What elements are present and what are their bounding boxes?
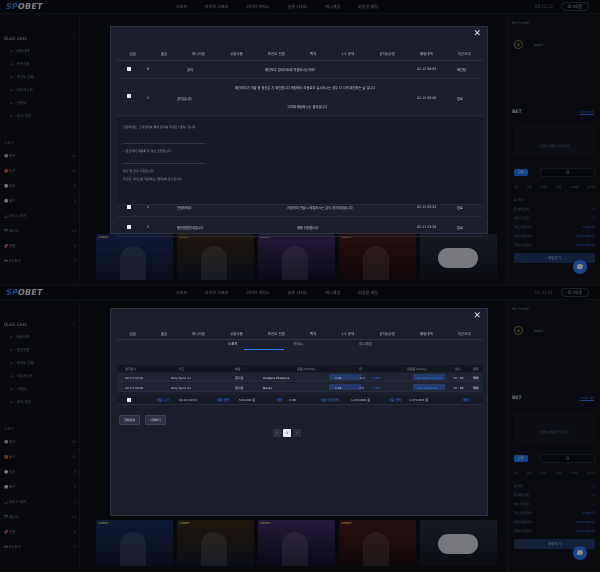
- delete-button[interactable]: 삭제하기: [145, 415, 167, 425]
- message-row[interactable]: 6 공지 레인보우 업데이트에 직접하시는거죠? 02-12 06:52 확인됨: [117, 59, 483, 79]
- tab-inquiry[interactable]: 1:1 문의: [341, 52, 354, 57]
- tab-invite[interactable]: 자신초대: [458, 332, 471, 337]
- prev-page-button[interactable]: ‹: [273, 429, 281, 437]
- message-body: 안녕하세요. 고객센터를 통해 문의를 주세요 (클릭) 합니다. • 환전계좌…: [117, 117, 483, 205]
- message-row[interactable]: 4 안녕하세요 지정하여 연습시 매입하시는 분이 공지되었습니다 02-12 …: [117, 197, 483, 217]
- bet-history-modal: ✕ 입금 출금 머니이동 쿠폰사용 포인트 전환 쪽지 1:1 문의 공지&규정…: [110, 308, 488, 516]
- messages-modal: ✕ 입금 출금 머니이동 쿠폰사용 포인트 전환 쪽지 1:1 문의 공지&규정…: [110, 26, 489, 237]
- tab-notice[interactable]: 공지&규정: [379, 332, 395, 337]
- tab-point[interactable]: 포인트 전환: [268, 332, 285, 337]
- modal-tabs: 입금 출금 머니이동 쿠폰사용 포인트 전환 쪽지 1:1 문의 공지&규정 배…: [111, 52, 489, 57]
- sub-tab-sports[interactable]: 스포츠: [228, 342, 238, 347]
- screenshot-messages: SPOBET 스포츠 라이브 스포츠 라이브 카지노 슬롯 카지노 미니게임 버…: [0, 0, 600, 284]
- table-row[interactable]: 02-13 02:00 Italy Serie A1 핸디캡 Nardo 1.8…: [117, 383, 483, 392]
- tab-withdraw[interactable]: 출금: [161, 332, 167, 337]
- row-checkbox[interactable]: [127, 67, 131, 71]
- message-row[interactable]: 3 충전방법안내입니다 매충 안정합니다 02-11 23:25 완료: [117, 217, 483, 237]
- next-page-button[interactable]: ›: [293, 429, 301, 437]
- tab-messages[interactable]: 쪽지: [310, 332, 316, 337]
- close-icon[interactable]: ✕: [473, 30, 481, 39]
- tab-money-move[interactable]: 머니이동: [192, 52, 205, 57]
- message-row[interactable]: 5 공지입니다 레인보우가 개발 중 정산은 지 확인합니다 매장에서 자동로지…: [117, 80, 483, 116]
- tab-invite[interactable]: 자신초대: [458, 52, 471, 57]
- row-checkbox[interactable]: [127, 94, 131, 98]
- tab-bet-history[interactable]: 배팅내역: [420, 52, 433, 57]
- select-all-button[interactable]: 전체선택: [119, 415, 141, 425]
- sub-tab-minigame[interactable]: 미니게임: [359, 342, 372, 347]
- history-table-header: 경기일시 리그 배팅 홈팀 (Home) 무 원정팀 (Away) 점수 결과: [117, 365, 483, 372]
- close-icon[interactable]: ✕: [473, 312, 481, 321]
- tab-withdraw[interactable]: 출금: [161, 52, 167, 57]
- tab-money-move[interactable]: 머니이동: [192, 332, 205, 337]
- tab-bet-history[interactable]: 배팅내역: [420, 332, 433, 337]
- page-button[interactable]: 1: [283, 429, 291, 437]
- tab-messages[interactable]: 쪽지: [310, 52, 316, 57]
- sub-tab-casino[interactable]: 카지노: [294, 342, 304, 347]
- row-checkbox[interactable]: [127, 225, 131, 229]
- bet-summary-row: 배팅 시간 02-12 00:51 배팅 금액 520,000 원 배당 3.3…: [117, 395, 483, 405]
- tab-divider: [117, 339, 483, 340]
- tab-inquiry[interactable]: 1:1 문의: [341, 332, 354, 337]
- row-checkbox[interactable]: [127, 398, 131, 402]
- pagination: ‹ 1 ›: [273, 429, 301, 437]
- active-sub-tab-indicator: [244, 349, 284, 350]
- screenshot-bet-history: SPOBET 스포츠 라이브 스포츠 라이브 카지노 슬롯 카지노 미니게임 버…: [0, 286, 600, 572]
- history-sub-tabs: 스포츠 카지노 미니게임: [111, 342, 489, 347]
- modal-tabs: 입금 출금 머니이동 쿠폰사용 포인트 전환 쪽지 1:1 문의 공지&규정 배…: [111, 332, 489, 337]
- tab-coupon[interactable]: 쿠폰사용: [230, 332, 243, 337]
- tab-point[interactable]: 포인트 전환: [268, 52, 285, 57]
- tab-deposit[interactable]: 입금: [129, 332, 135, 337]
- tab-deposit[interactable]: 입금: [129, 52, 135, 57]
- tab-coupon[interactable]: 쿠폰사용: [230, 52, 243, 57]
- row-checkbox[interactable]: [127, 205, 131, 209]
- table-row[interactable]: 02-13 02:00 Italy Serie A1 핸디캡 Andjece P…: [117, 373, 483, 382]
- tab-notice[interactable]: 공지&규정: [379, 52, 395, 57]
